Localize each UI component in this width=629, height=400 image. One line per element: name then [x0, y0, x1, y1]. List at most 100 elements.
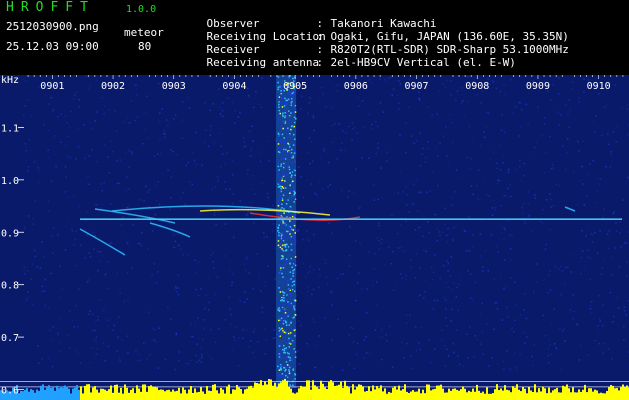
band-dot [283, 139, 286, 141]
noise-dot [381, 336, 383, 339]
floor-bar [124, 384, 126, 400]
band-dot [288, 130, 290, 133]
band-dot [277, 365, 279, 368]
noise-dot [611, 358, 613, 360]
band-dot [282, 294, 285, 297]
noise-dot [428, 232, 431, 234]
noise-dot [153, 339, 155, 341]
band-dot [277, 113, 280, 115]
band-dot [294, 242, 296, 244]
noise-dot [615, 230, 618, 233]
band-dot [278, 304, 280, 307]
band-dot [291, 215, 294, 218]
noise-dot [506, 349, 508, 352]
floor-bar [388, 391, 390, 400]
band-dot [289, 133, 291, 135]
noise-dot [221, 109, 224, 112]
noise-dot [324, 147, 326, 150]
band-dot [282, 249, 284, 252]
band-dot [292, 331, 295, 333]
band-dot [283, 150, 286, 152]
band-dot [285, 261, 287, 263]
noise-dot [41, 358, 43, 360]
band-dot [289, 122, 291, 124]
band-dot [285, 114, 288, 116]
noise-dot [587, 256, 589, 258]
noise-dot [480, 102, 482, 104]
noise-dot [558, 268, 560, 270]
band-dot [280, 178, 283, 180]
noise-dot [561, 270, 564, 272]
floor-bar [200, 387, 202, 400]
band-dot [289, 357, 291, 359]
noise-dot [194, 324, 196, 326]
info-value: 2el-HB9CV Vertical (el. E-W) [330, 56, 516, 69]
band-dot [287, 164, 290, 166]
floor-bar [132, 388, 134, 400]
noise-dot [272, 223, 274, 225]
band-dot [284, 264, 286, 267]
noise-dot [157, 153, 159, 155]
noise-dot [374, 329, 376, 331]
noise-dot [126, 272, 129, 274]
band-dot [277, 230, 279, 232]
noise-dot [57, 234, 59, 236]
noise-dot [73, 98, 75, 100]
noise-dot [230, 323, 232, 325]
noise-dot [250, 202, 252, 204]
noise-dot [445, 299, 447, 301]
band-dot [277, 173, 280, 176]
band-dot [290, 235, 293, 238]
noise-dot [159, 138, 161, 141]
noise-dot [613, 315, 615, 318]
noise-dot [500, 205, 502, 207]
noise-dot [187, 255, 189, 257]
noise-dot [583, 91, 585, 93]
band-dot [284, 319, 286, 321]
noise-dot [67, 196, 70, 199]
floor-bar [424, 393, 426, 400]
noise-dot [27, 99, 29, 101]
band-dot [284, 223, 286, 225]
noise-dot [110, 140, 112, 142]
noise-dot [368, 113, 371, 116]
noise-dot [261, 182, 263, 185]
floor-bar [238, 387, 240, 400]
noise-dot [455, 169, 458, 171]
noise-dot [610, 151, 612, 153]
noise-dot [253, 222, 255, 225]
floor-bar [350, 393, 352, 400]
floor-bar [154, 386, 156, 400]
noise-dot [373, 199, 376, 201]
band-dot [294, 104, 297, 107]
floor-bar [572, 387, 574, 400]
noise-dot [439, 142, 441, 145]
noise-dot [32, 218, 35, 220]
band-dot [278, 166, 281, 169]
noise-dot [88, 183, 90, 185]
band-dot [278, 224, 280, 226]
band-dot [284, 277, 286, 280]
band-dot [292, 281, 294, 283]
noise-dot [199, 213, 201, 215]
band-dot [281, 170, 283, 173]
band-dot [279, 195, 282, 197]
noise-dot [602, 259, 605, 262]
x-tick-label: 0906 [344, 81, 368, 92]
floor-bar [538, 388, 540, 400]
floor-bar [600, 392, 602, 400]
noise-dot [361, 100, 364, 102]
floor-bar [368, 386, 370, 400]
noise-dot [302, 196, 305, 199]
x-tick-label: 0902 [101, 81, 125, 92]
noise-dot [71, 319, 73, 321]
noise-dot [357, 272, 360, 274]
noise-dot [330, 365, 333, 368]
noise-dot [544, 171, 546, 174]
noise-dot [578, 150, 580, 152]
noise-dot [91, 149, 93, 151]
noise-dot [182, 192, 184, 194]
floor-bar [526, 393, 528, 400]
noise-dot [405, 278, 407, 280]
noise-dot [532, 156, 535, 158]
